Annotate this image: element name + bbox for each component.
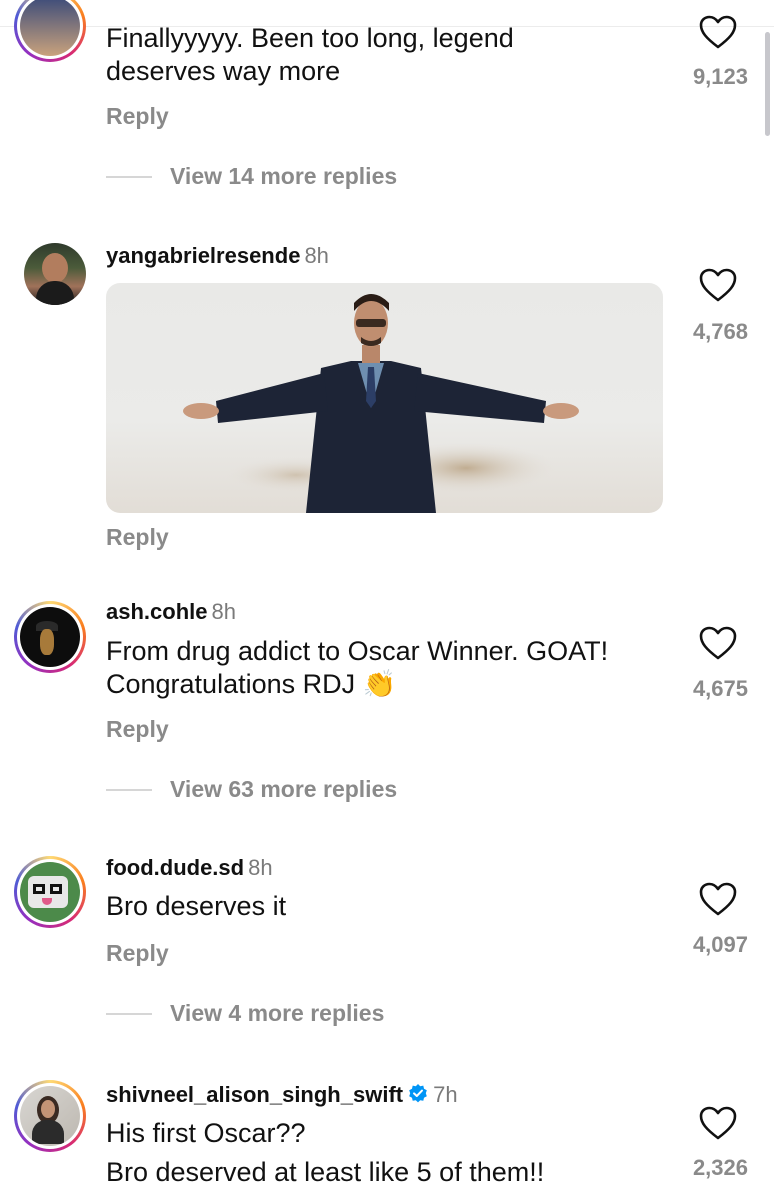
comment-text: Bro deserves it — [106, 891, 287, 921]
reply-button[interactable]: Reply — [106, 103, 169, 130]
view-more-replies[interactable]: View 63 more replies — [106, 776, 397, 803]
comment-header: food.dude.sd 8h — [106, 855, 273, 881]
like-count: 9,123 — [692, 64, 748, 89]
timestamp: 8h — [211, 599, 236, 624]
comment-header: yangabrielresende 8h — [106, 243, 329, 269]
view-more-replies[interactable]: View 4 more replies — [106, 1000, 384, 1027]
avatar[interactable] — [24, 243, 86, 305]
heart-outline-icon[interactable] — [698, 14, 738, 50]
gif-media[interactable] — [106, 283, 663, 513]
avatar[interactable] — [14, 601, 86, 673]
like-count: 2,326 — [692, 1155, 748, 1180]
reply-button[interactable]: Reply — [106, 940, 169, 967]
divider — [106, 175, 152, 178]
username[interactable]: yangabrielresende — [106, 243, 300, 268]
username[interactable]: food.dude.sd — [106, 855, 244, 880]
heart-outline-icon[interactable] — [698, 267, 738, 303]
reply-button[interactable]: Reply — [106, 716, 169, 743]
like-count: 4,768 — [692, 319, 748, 344]
view-more-replies[interactable]: View 14 more replies — [106, 163, 397, 190]
heart-outline-icon[interactable] — [698, 881, 738, 917]
avatar[interactable] — [14, 1080, 86, 1152]
heart-outline-icon[interactable] — [698, 625, 738, 661]
gif-image — [183, 294, 579, 513]
timestamp: 8h — [304, 243, 329, 268]
divider — [106, 788, 152, 791]
like-count: 4,675 — [692, 676, 748, 701]
reply-button[interactable]: Reply — [106, 524, 169, 551]
avatar[interactable] — [14, 856, 86, 928]
username[interactable]: ash.cohle — [106, 599, 207, 624]
heart-outline-icon[interactable] — [698, 1105, 738, 1141]
comment-header: ash.cohle 8h — [106, 599, 236, 625]
like-count: 4,097 — [692, 932, 748, 957]
comment-text: His first Oscar?? Bro deserved at least … — [106, 1118, 545, 1187]
username[interactable]: shivneel_alison_singh_swift — [106, 1082, 403, 1107]
avatar[interactable] — [14, 0, 86, 62]
divider — [106, 1012, 152, 1015]
comment-text: From drug addict to Oscar Winner. GOAT! … — [106, 636, 609, 699]
timestamp: 7h — [433, 1082, 458, 1107]
scrollbar[interactable] — [765, 32, 770, 136]
timestamp: 8h — [248, 855, 273, 880]
comment-text: Finallyyyyy. Been too long, legend deser… — [106, 23, 514, 86]
verified-badge-icon — [409, 1084, 427, 1103]
comment-header: shivneel_alison_singh_swift 7h — [106, 1082, 458, 1108]
